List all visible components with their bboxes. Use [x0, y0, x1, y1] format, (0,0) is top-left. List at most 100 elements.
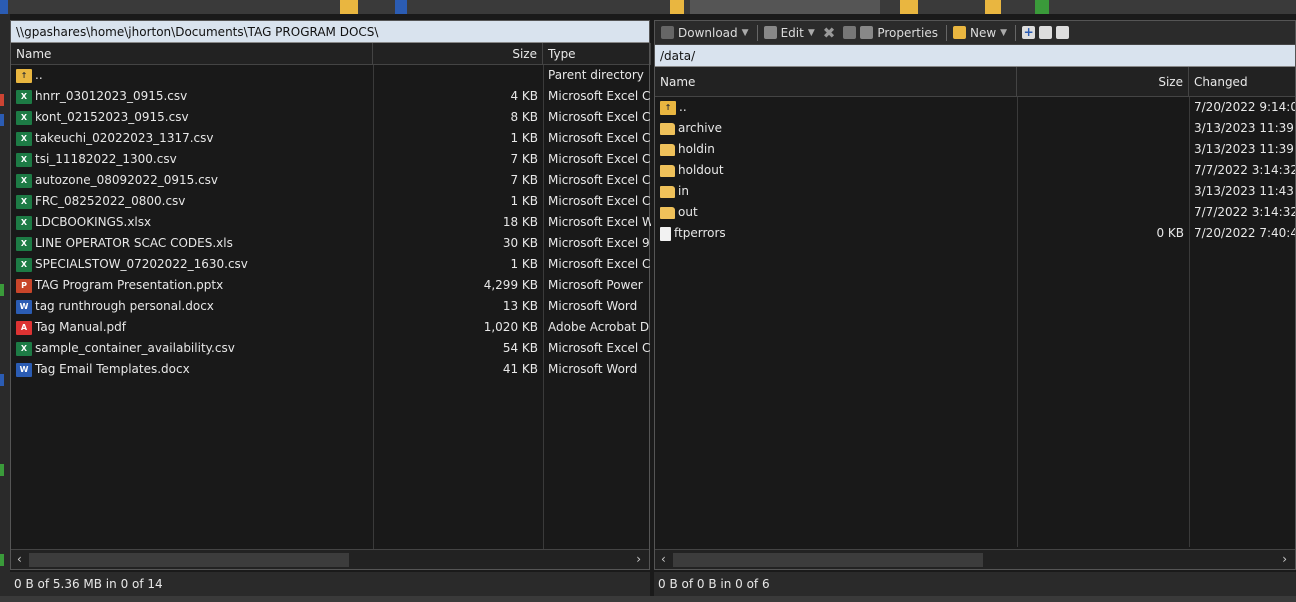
- scroll-left-icon[interactable]: ‹: [661, 552, 666, 566]
- table-row[interactable]: in 3/13/2023 11:43:2: [655, 181, 1295, 202]
- file-name-cell[interactable]: A Tag Manual.pdf: [11, 317, 373, 338]
- file-name-cell[interactable]: X LDCBOOKINGS.xlsx: [11, 212, 373, 233]
- file-name-cell[interactable]: Xkont_02152023_0915.csv: [11, 107, 373, 128]
- file-size: [1017, 160, 1189, 181]
- plus-icon[interactable]: +: [1022, 26, 1036, 39]
- remote-horizontal-scrollbar[interactable]: ‹ ›: [655, 549, 1295, 569]
- properties-button[interactable]: Properties: [877, 26, 938, 40]
- column-header-name[interactable]: Name: [655, 67, 1017, 97]
- file-type: Microsoft Excel C: [548, 131, 651, 145]
- file-size: 0 KB: [1156, 226, 1184, 240]
- local-path-bar[interactable]: \\gpashares\home\jhorton\Documents\TAG P…: [11, 21, 649, 43]
- column-header-size[interactable]: Size: [373, 43, 543, 65]
- excel-icon: X: [16, 257, 32, 272]
- scroll-thumb[interactable]: [29, 553, 349, 567]
- table-row[interactable]: ftperrors 0 KB 7/20/2022 7:40:4: [655, 223, 1295, 244]
- table-row[interactable]: Wtag runthrough personal.docx 13 KB Micros…: [11, 296, 649, 317]
- table-row[interactable]: ↑.. Parent directory: [11, 65, 649, 86]
- file-name-cell[interactable]: Xautozone_08092022_0915.csv: [11, 170, 373, 191]
- properties-icon: [860, 26, 874, 39]
- window-edge: [0, 14, 10, 602]
- file-name: FRC_08252022_0800.csv: [35, 194, 186, 208]
- file-name-cell[interactable]: Xtakeuchi_02022023_1317.csv: [11, 128, 373, 149]
- download-icon: [661, 26, 674, 39]
- taskbar-strip: [0, 596, 1296, 602]
- file-name-cell[interactable]: archive: [655, 118, 1017, 139]
- file-name: holdout: [678, 163, 724, 177]
- new-button[interactable]: New ▼: [970, 26, 1007, 40]
- table-row[interactable]: Xkont_02152023_0915.csv 8 KB Microsoft Exc…: [11, 107, 650, 128]
- table-row[interactable]: Xsample_container_availability.csv 54 KB M…: [11, 338, 650, 359]
- file-name-cell[interactable]: ↑..: [655, 97, 1017, 118]
- scroll-left-icon[interactable]: ‹: [17, 552, 22, 566]
- file-name-cell[interactable]: P TAG Program Presentation.pptx: [11, 275, 373, 296]
- file-name: sample_container_availability.csv: [35, 341, 235, 355]
- edit-label: Edit: [780, 25, 804, 40]
- file-name-cell[interactable]: X LINE OPERATOR SCAC CODES.xls: [11, 233, 373, 254]
- remote-toolbar: Download ▼ Edit ▼ ✖ Properties New ▼ +: [655, 21, 1295, 45]
- column-header-changed[interactable]: Changed: [1189, 67, 1296, 97]
- file-name: TAG Program Presentation.pptx: [35, 278, 224, 292]
- file-name-cell[interactable]: ↑..: [11, 65, 373, 86]
- chevron-down-icon[interactable]: ▼: [742, 28, 749, 38]
- scroll-thumb[interactable]: [673, 553, 983, 567]
- edit-button[interactable]: Edit ▼: [781, 26, 815, 40]
- table-row[interactable]: X LINE OPERATOR SCAC CODES.xls 30 KB Micros…: [11, 233, 650, 254]
- table-row[interactable]: Xhnrr_03012023_0915.csv 4 KB Microsoft Exc…: [11, 86, 650, 107]
- file-name: archive: [678, 121, 723, 135]
- file-size: 18 KB: [502, 215, 538, 229]
- file-name-cell[interactable]: Xtsi_11182022_1300.csv: [11, 149, 373, 170]
- file-name-cell[interactable]: Xhnrr_03012023_0915.csv: [11, 86, 373, 107]
- chevron-down-icon[interactable]: ▼: [1000, 28, 1007, 38]
- file-name: ftperrors: [674, 226, 726, 240]
- file-name-cell[interactable]: holdout: [655, 160, 1017, 181]
- delete-icon[interactable]: ✖: [823, 24, 836, 42]
- file-changed: 3/13/2023 11:39:5: [1194, 142, 1295, 156]
- table-row[interactable]: X SPECIALSTOW_07202022_1630.csv 1 KB Micros…: [11, 254, 650, 275]
- file-name-cell[interactable]: Wtag runthrough personal.docx: [11, 296, 373, 317]
- table-row[interactable]: P TAG Program Presentation.pptx 4,299 KB Mi…: [11, 275, 649, 296]
- table-row[interactable]: X LDCBOOKINGS.xlsx 18 KB Microsoft Excel W: [11, 212, 651, 233]
- file-name-cell[interactable]: X SPECIALSTOW_07202022_1630.csv: [11, 254, 373, 275]
- remote-column-headers: Name Size Changed: [655, 67, 1295, 97]
- table-row[interactable]: X FRC_08252022_0800.csv 1 KB Microsoft Exce…: [11, 191, 650, 212]
- table-row[interactable]: Xtsi_11182022_1300.csv 7 KB Microsoft Exce…: [11, 149, 651, 170]
- file-name-cell[interactable]: Xsample_container_availability.csv: [11, 338, 373, 359]
- table-row[interactable]: holdout 7/7/2022 3:14:32: [655, 160, 1295, 181]
- folder-icon: [660, 122, 675, 135]
- table-row[interactable]: Xautozone_08092022_0915.csv 7 KB Microsoft…: [11, 170, 650, 191]
- download-button[interactable]: Download ▼: [678, 26, 749, 40]
- remote-path-bar[interactable]: /data/: [655, 45, 1295, 67]
- table-row[interactable]: archive 3/13/2023 11:39:5: [655, 118, 1295, 139]
- table-row[interactable]: W Tag Email Templates.docx 41 KB Microsoft …: [11, 359, 649, 380]
- minus-icon[interactable]: [1039, 26, 1053, 39]
- file-name-cell[interactable]: in: [655, 181, 1017, 202]
- file-type: Microsoft Excel C: [548, 152, 651, 166]
- table-row[interactable]: holdin 3/13/2023 11:39:5: [655, 139, 1295, 160]
- table-row[interactable]: A Tag Manual.pdf 1,020 KB Adobe Acrobat D: [11, 317, 649, 338]
- new-folder-icon: [952, 26, 966, 39]
- table-row[interactable]: out 7/7/2022 3:14:32: [655, 202, 1295, 223]
- file-name-cell[interactable]: out: [655, 202, 1017, 223]
- file-size: [1017, 139, 1189, 160]
- column-header-type[interactable]: Type: [543, 43, 651, 65]
- file-name-cell[interactable]: X FRC_08252022_0800.csv: [11, 191, 373, 212]
- file-size: [373, 65, 543, 86]
- file-changed: 7/20/2022 9:14:0: [1194, 100, 1295, 114]
- column-header-size[interactable]: Size: [1017, 67, 1189, 97]
- column-header-name[interactable]: Name: [11, 43, 373, 65]
- local-horizontal-scrollbar[interactable]: ‹ ›: [11, 549, 649, 569]
- remote-file-list: ↑.. 7/20/2022 9:14:0 archive 3/13/2023 11:3…: [655, 97, 1295, 547]
- file-name-cell[interactable]: W Tag Email Templates.docx: [11, 359, 373, 380]
- filter-icon[interactable]: [1056, 26, 1070, 39]
- scroll-right-icon[interactable]: ›: [1282, 552, 1287, 566]
- scroll-right-icon[interactable]: ›: [636, 552, 641, 566]
- file-name-cell[interactable]: holdin: [655, 139, 1017, 160]
- file-name: Tag Email Templates.docx: [35, 362, 190, 376]
- table-row[interactable]: ↑.. 7/20/2022 9:14:0: [655, 97, 1295, 118]
- rename-icon[interactable]: [843, 26, 857, 39]
- file-name-cell[interactable]: ftperrors: [655, 223, 1017, 244]
- pdf-icon: A: [16, 320, 32, 335]
- table-row[interactable]: Xtakeuchi_02022023_1317.csv 1 KB Microsoft…: [11, 128, 651, 149]
- chevron-down-icon[interactable]: ▼: [808, 28, 815, 38]
